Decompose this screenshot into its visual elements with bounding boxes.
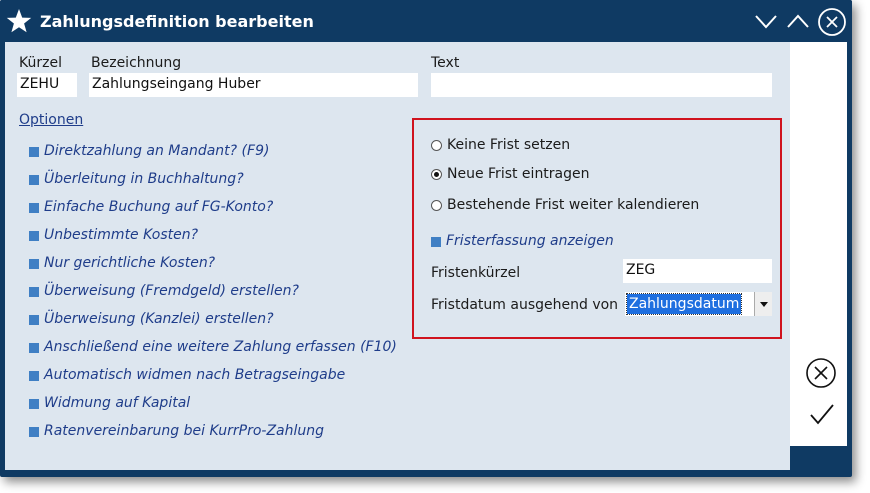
bezeichnung-label: Bezeichnung (91, 55, 182, 71)
option-label: Ratenvereinbarung bei KurrPro-Zahlung (44, 423, 325, 439)
option-label: Automatisch widmen nach Betragseingabe (44, 367, 346, 383)
text-field[interactable] (431, 73, 772, 97)
option-label: Widmung auf Kapital (44, 395, 191, 411)
fristdatum-selected-value: Zahlungsdatum (625, 293, 743, 315)
option-marker-icon (431, 237, 441, 247)
fristdatum-label: Fristdatum ausgehend von (431, 297, 619, 313)
kuerzel-field[interactable]: ZEHU (17, 73, 77, 97)
title-bar: Zahlungsdefinition bearbeiten (0, 0, 852, 42)
option-marker-icon (29, 259, 39, 269)
option-label: Anschließend eine weitere Zahlung erfass… (44, 339, 397, 355)
radio-circle-icon (431, 200, 442, 211)
radio-selected-dot-icon (434, 172, 439, 177)
bezeichnung-field[interactable]: Zahlungseingang Huber (89, 73, 418, 97)
text-label: Text (431, 55, 460, 71)
chevron-down-icon[interactable] (754, 10, 778, 32)
option-marker-icon (29, 343, 39, 353)
option-marker-icon (29, 147, 39, 157)
option-marker-icon (29, 203, 39, 213)
option-label: Unbestimmte Kosten? (44, 227, 199, 243)
cancel-circle-icon[interactable] (803, 355, 839, 391)
option-marker-icon (29, 427, 39, 437)
fristenkuerzel-label: Fristenkürzel (431, 265, 521, 281)
option-marker-icon (29, 371, 39, 381)
option-label: Direktzahlung an Mandant? (F9) (44, 143, 270, 159)
option-label: Überweisung (Fremdgeld) erstellen? (44, 283, 299, 299)
option-label: Nur gerichtliche Kosten? (44, 255, 216, 271)
option-label: Fristerfassung anzeigen (446, 233, 614, 249)
close-circle-icon[interactable] (817, 7, 847, 37)
option-marker-icon (29, 175, 39, 185)
option-marker-icon (29, 399, 39, 409)
radio-label: Neue Frist eintragen (447, 166, 590, 182)
option-label: Überweisung (Kanzlei) erstellen? (44, 311, 274, 327)
option-marker-icon (29, 287, 39, 297)
radio-label: Keine Frist setzen (447, 137, 571, 153)
fristenkuerzel-field[interactable]: ZEG (623, 259, 772, 283)
option-marker-icon (29, 315, 39, 325)
window-title: Zahlungsdefinition bearbeiten (40, 12, 314, 31)
kuerzel-label: Kürzel (19, 55, 62, 71)
chevron-up-icon[interactable] (786, 10, 810, 32)
fristdatum-select[interactable]: Zahlungsdatum (625, 292, 772, 316)
option-label: Überleitung in Buchhaltung? (44, 171, 244, 187)
option-marker-icon (29, 231, 39, 241)
options-heading[interactable]: Optionen (19, 112, 83, 128)
option-label: Einfache Buchung auf FG-Konto? (44, 199, 274, 215)
dialog-window: Zahlungsdefinition bearbeiten Kürzel Bez… (0, 0, 852, 477)
radio-label: Bestehende Frist weiter kalendieren (447, 197, 700, 213)
checkmark-icon[interactable] (803, 396, 839, 432)
dropdown-arrow-icon[interactable] (754, 292, 772, 316)
radio-circle-icon (431, 140, 442, 151)
star-icon (6, 9, 32, 33)
